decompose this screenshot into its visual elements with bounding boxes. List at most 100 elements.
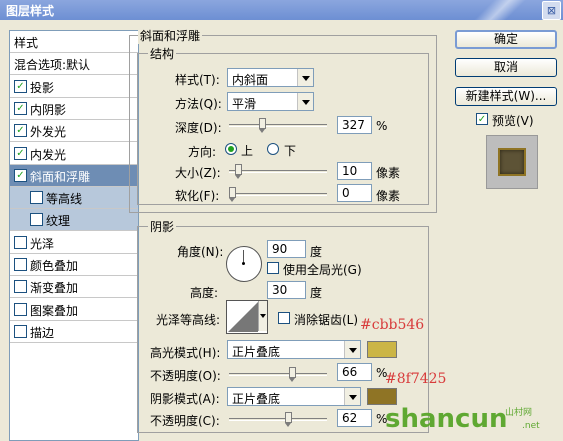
style-list-item[interactable]: ✓ 斜面和浮雕 <box>10 164 138 187</box>
style-checkbox[interactable] <box>30 213 43 227</box>
global-light-checkbox[interactable] <box>267 262 279 274</box>
style-list-label: 纹理 <box>46 214 71 229</box>
highlight-mode-label: 高光模式(H): <box>150 346 221 360</box>
style-list-item[interactable]: ✓ 内阴影 <box>10 98 138 120</box>
style-list-item[interactable]: 光泽 <box>10 232 138 254</box>
ok-button[interactable]: 确定 <box>455 30 557 49</box>
gloss-contour-picker[interactable] <box>226 300 268 334</box>
title-bar: 图层样式 ⊠ <box>0 0 563 20</box>
cancel-button[interactable]: 取消 <box>455 58 557 77</box>
altitude-input[interactable]: 30 <box>267 281 306 299</box>
highlight-mode-value: 正片叠底 <box>232 345 281 359</box>
altitude-label: 高度: <box>190 286 219 300</box>
antialias-label: 消除锯齿(L) <box>294 313 359 327</box>
shadow-mode-dropdown[interactable]: 正片叠底 <box>227 387 361 406</box>
highlight-mode-dropdown[interactable]: 正片叠底 <box>227 340 361 359</box>
direction-down-radio[interactable] <box>267 143 279 155</box>
size-slider-thumb[interactable] <box>235 164 243 179</box>
altitude-unit: 度 <box>310 286 323 300</box>
preview-checkbox[interactable]: ✓ <box>476 113 488 125</box>
angle-dial-needle <box>243 250 244 262</box>
style-checkbox[interactable]: ✓ <box>14 79 27 93</box>
size-unit: 像素 <box>376 166 401 180</box>
style-list-label: 光泽 <box>30 236 55 251</box>
style-checkbox[interactable] <box>30 191 43 205</box>
style-value: 内斜面 <box>232 73 269 87</box>
size-slider[interactable] <box>229 164 327 179</box>
depth-label: 深度(D): <box>175 121 222 135</box>
direction-up-radio[interactable] <box>225 143 237 155</box>
watermark-tag: 山村网 <box>505 408 533 418</box>
close-icon[interactable]: ⊠ <box>542 1 561 20</box>
highlight-opacity-slider-thumb[interactable] <box>289 367 297 382</box>
style-checkbox[interactable] <box>14 280 27 294</box>
style-dropdown[interactable]: 内斜面 <box>227 68 314 87</box>
style-label: 样式(T): <box>175 73 220 87</box>
method-dropdown[interactable]: 平滑 <box>227 92 314 111</box>
depth-slider[interactable] <box>229 118 327 133</box>
style-list-item[interactable]: 图案叠加 <box>10 299 138 321</box>
chevron-down-icon[interactable] <box>297 69 313 86</box>
style-list-item[interactable]: 样式 <box>10 31 138 53</box>
soften-slider[interactable] <box>229 187 327 202</box>
style-list-item[interactable]: ✓ 投影 <box>10 76 138 98</box>
style-list-item[interactable]: 描边 <box>10 321 138 343</box>
shadow-opacity-slider-thumb[interactable] <box>285 412 293 427</box>
shadow-color-swatch[interactable] <box>367 388 397 405</box>
chevron-down-icon[interactable] <box>344 388 360 405</box>
style-list-item[interactable]: ✓ 内发光 <box>10 143 138 165</box>
size-input[interactable]: 10 <box>337 162 372 180</box>
style-list-label: 外发光 <box>30 125 67 140</box>
highlight-color-annotation: #cbb546 <box>360 317 425 333</box>
angle-dial[interactable] <box>226 246 262 282</box>
depth-input[interactable]: 327 <box>337 116 372 134</box>
style-checkbox[interactable]: ✓ <box>14 124 27 138</box>
style-checkbox[interactable]: ✓ <box>14 168 27 182</box>
method-label: 方法(Q): <box>175 97 222 111</box>
chevron-down-icon[interactable] <box>297 93 313 110</box>
style-list: 样式 混合选项:默认 ✓ 投影 ✓ 内阴影 ✓ 外发光 ✓ 内发光 ✓ 斜面和浮雕 等高线 纹理 光泽 颜色叠… <box>9 30 139 441</box>
style-checkbox[interactable] <box>14 258 27 271</box>
style-list-item[interactable]: 颜色叠加 <box>10 254 138 276</box>
style-list-label: 渐变叠加 <box>30 281 79 296</box>
structure-title: 结构 <box>148 45 177 62</box>
contour-preview-icon <box>228 302 258 332</box>
style-checkbox[interactable]: ✓ <box>14 146 27 160</box>
style-list-item[interactable]: 混合选项:默认 <box>10 53 138 76</box>
method-value: 平滑 <box>232 97 257 111</box>
gloss-contour-label: 光泽等高线: <box>156 313 221 327</box>
highlight-opacity-input[interactable]: 66 <box>337 363 372 381</box>
style-checkbox[interactable] <box>14 235 27 249</box>
style-checkbox[interactable] <box>14 302 27 316</box>
angle-input[interactable]: 90 <box>267 240 306 258</box>
direction-label: 方向: <box>188 145 217 159</box>
shadow-color-annotation: #8f7425 <box>385 371 447 387</box>
soften-slider-thumb[interactable] <box>229 187 236 202</box>
watermark: shancun <box>385 404 507 434</box>
direction-down-label: 下 <box>284 144 297 158</box>
antialias-checkbox[interactable] <box>278 312 290 324</box>
depth-slider-thumb[interactable] <box>259 118 267 133</box>
title-decoration <box>470 0 530 20</box>
soften-input[interactable]: 0 <box>337 184 372 202</box>
style-list-label: 颜色叠加 <box>30 259 79 273</box>
new-style-button[interactable]: 新建样式(W)... <box>455 87 557 106</box>
chevron-down-icon[interactable] <box>258 301 267 331</box>
style-list-label: 混合选项:默认 <box>14 58 91 73</box>
style-list-item[interactable]: 等高线 <box>10 187 138 210</box>
shadow-opacity-input[interactable]: 62 <box>337 409 372 427</box>
soften-unit: 像素 <box>376 189 401 203</box>
soften-label: 软化(F): <box>175 189 220 203</box>
chevron-down-icon[interactable] <box>344 341 360 358</box>
style-list-item[interactable]: 纹理 <box>10 209 138 232</box>
style-checkbox[interactable] <box>14 324 27 338</box>
style-checkbox[interactable]: ✓ <box>14 101 27 115</box>
style-list-item[interactable]: ✓ 外发光 <box>10 120 138 143</box>
style-list-label: 图案叠加 <box>30 303 79 318</box>
shadow-opacity-slider[interactable] <box>229 412 327 427</box>
highlight-opacity-slider[interactable] <box>229 367 327 382</box>
highlight-color-swatch[interactable] <box>367 341 397 358</box>
style-list-item[interactable]: 渐变叠加 <box>10 276 138 299</box>
highlight-opacity-label: 不透明度(O): <box>150 369 221 383</box>
style-list-label: 描边 <box>30 325 55 340</box>
